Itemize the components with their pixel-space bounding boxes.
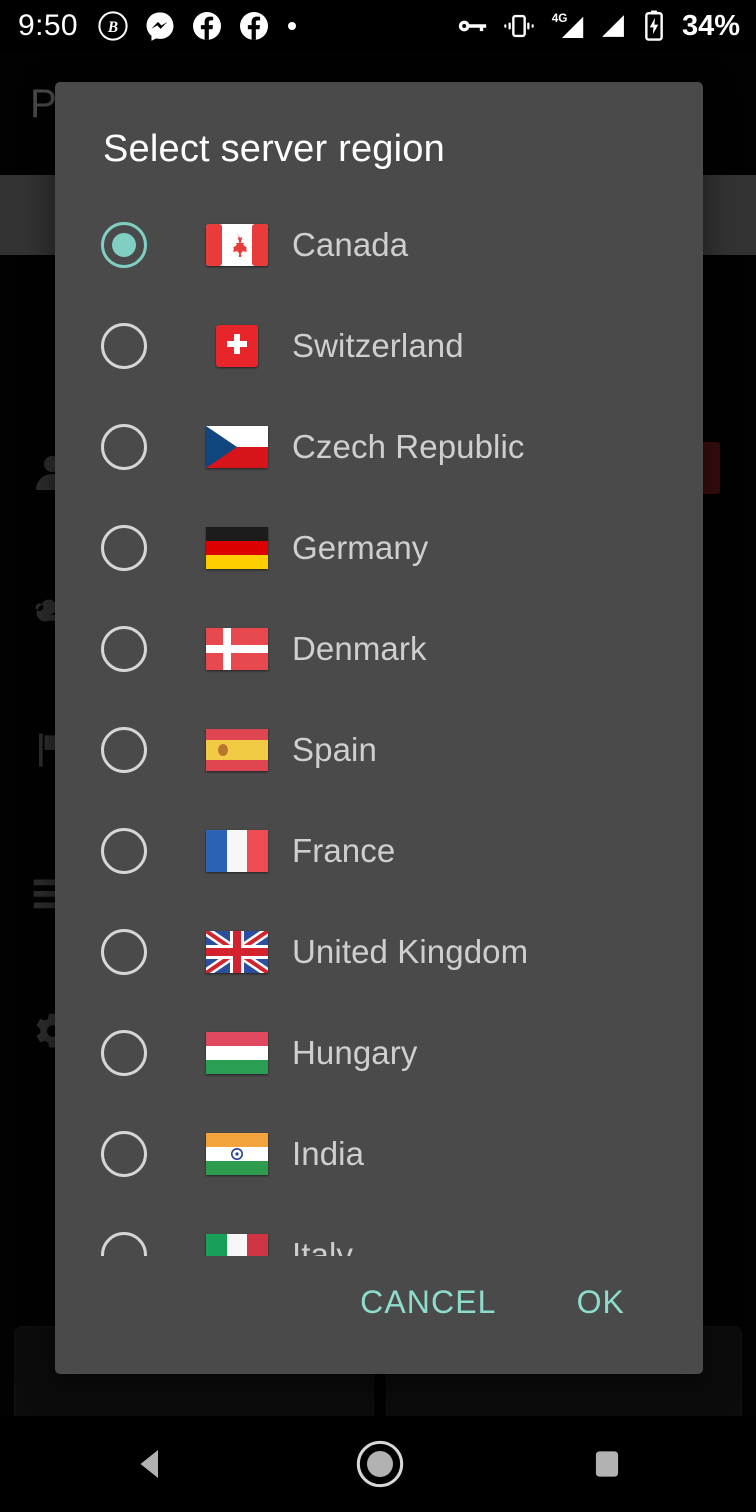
option-label: Denmark	[292, 629, 427, 667]
radio-hungary[interactable]	[101, 1029, 147, 1076]
option-label: France	[292, 831, 396, 869]
vibrate-icon	[504, 14, 534, 38]
flag-dk-icon	[204, 627, 270, 670]
messenger-icon	[146, 12, 174, 41]
option-label: United Kingdom	[292, 932, 529, 970]
flag-gb-icon	[204, 930, 270, 973]
radio-denmark[interactable]	[101, 625, 147, 672]
flag-hu-icon	[204, 1031, 270, 1074]
signal-icon	[602, 15, 624, 37]
battery-charging-icon	[645, 10, 663, 41]
radio-france[interactable]	[101, 827, 147, 874]
svg-text:4G: 4G	[552, 12, 568, 25]
option-denmark[interactable]: Denmark	[55, 598, 703, 699]
navigation-bar	[0, 1416, 756, 1512]
option-italy[interactable]: Italy	[55, 1204, 703, 1256]
facebook-icon	[193, 12, 221, 40]
radio-germany[interactable]	[101, 524, 147, 571]
flag-cz-icon	[204, 425, 270, 468]
battery-percent-label: 34%	[681, 9, 740, 42]
option-label: Canada	[292, 225, 409, 263]
option-label: Switzerland	[292, 326, 464, 364]
status-notification-icons: B	[97, 10, 299, 42]
flag-in-icon	[204, 1132, 270, 1175]
svg-text:B: B	[107, 19, 118, 36]
dialog-title: Select server region	[103, 128, 445, 170]
status-system-icons: 4G 34%	[455, 9, 740, 43]
option-switzerland[interactable]: Switzerland	[55, 295, 703, 396]
radio-italy[interactable]	[101, 1231, 147, 1256]
option-hungary[interactable]: Hungary	[55, 1002, 703, 1103]
flag-de-icon	[204, 526, 270, 569]
flag-fr-icon	[204, 829, 270, 872]
facebook-icon	[240, 12, 268, 40]
option-united-kingdom[interactable]: United Kingdom	[55, 901, 703, 1002]
option-france[interactable]: France	[55, 800, 703, 901]
radio-united-kingdom[interactable]	[101, 928, 147, 975]
radio-czech-republic[interactable]	[101, 423, 147, 470]
ok-button[interactable]: OK	[555, 1268, 647, 1337]
option-germany[interactable]: Germany	[55, 497, 703, 598]
status-clock: 9:50	[18, 9, 78, 42]
signal-4g-icon: 4G	[552, 12, 584, 39]
flag-ca-icon	[204, 223, 270, 266]
recents-icon[interactable]	[588, 1445, 626, 1483]
cancel-button[interactable]: CANCEL	[338, 1268, 518, 1337]
dialog-action-bar: CANCEL OK	[55, 1256, 703, 1374]
radio-switzerland[interactable]	[101, 322, 147, 369]
option-canada[interactable]: Canada	[55, 194, 703, 295]
option-label: Hungary	[292, 1033, 418, 1071]
server-region-list: Canada Switzerland Czech Republic German…	[55, 194, 703, 1256]
flag-es-icon	[204, 728, 270, 771]
bitcoin-app-icon: B	[98, 11, 128, 41]
option-label: Spain	[292, 730, 377, 768]
option-label: India	[292, 1134, 365, 1172]
flag-ch-icon	[204, 324, 270, 367]
option-label: Italy	[292, 1235, 354, 1257]
radio-spain[interactable]	[101, 726, 147, 773]
dot-icon	[288, 22, 296, 30]
vpn-key-icon	[458, 20, 487, 32]
radio-canada[interactable]	[101, 221, 147, 268]
flag-it-icon	[204, 1233, 270, 1256]
option-spain[interactable]: Spain	[55, 699, 703, 800]
option-india[interactable]: India	[55, 1103, 703, 1204]
select-server-region-dialog: Select server region Canada Switzerland …	[55, 82, 703, 1374]
option-czech-republic[interactable]: Czech Republic	[55, 396, 703, 497]
back-icon[interactable]	[130, 1443, 172, 1485]
option-label: Czech Republic	[292, 427, 525, 465]
status-bar: 9:50 B 4G 34%	[0, 0, 756, 52]
home-icon[interactable]	[354, 1438, 406, 1490]
option-label: Germany	[292, 528, 429, 566]
radio-india[interactable]	[101, 1130, 147, 1177]
phone-screen: P	[0, 0, 756, 1512]
